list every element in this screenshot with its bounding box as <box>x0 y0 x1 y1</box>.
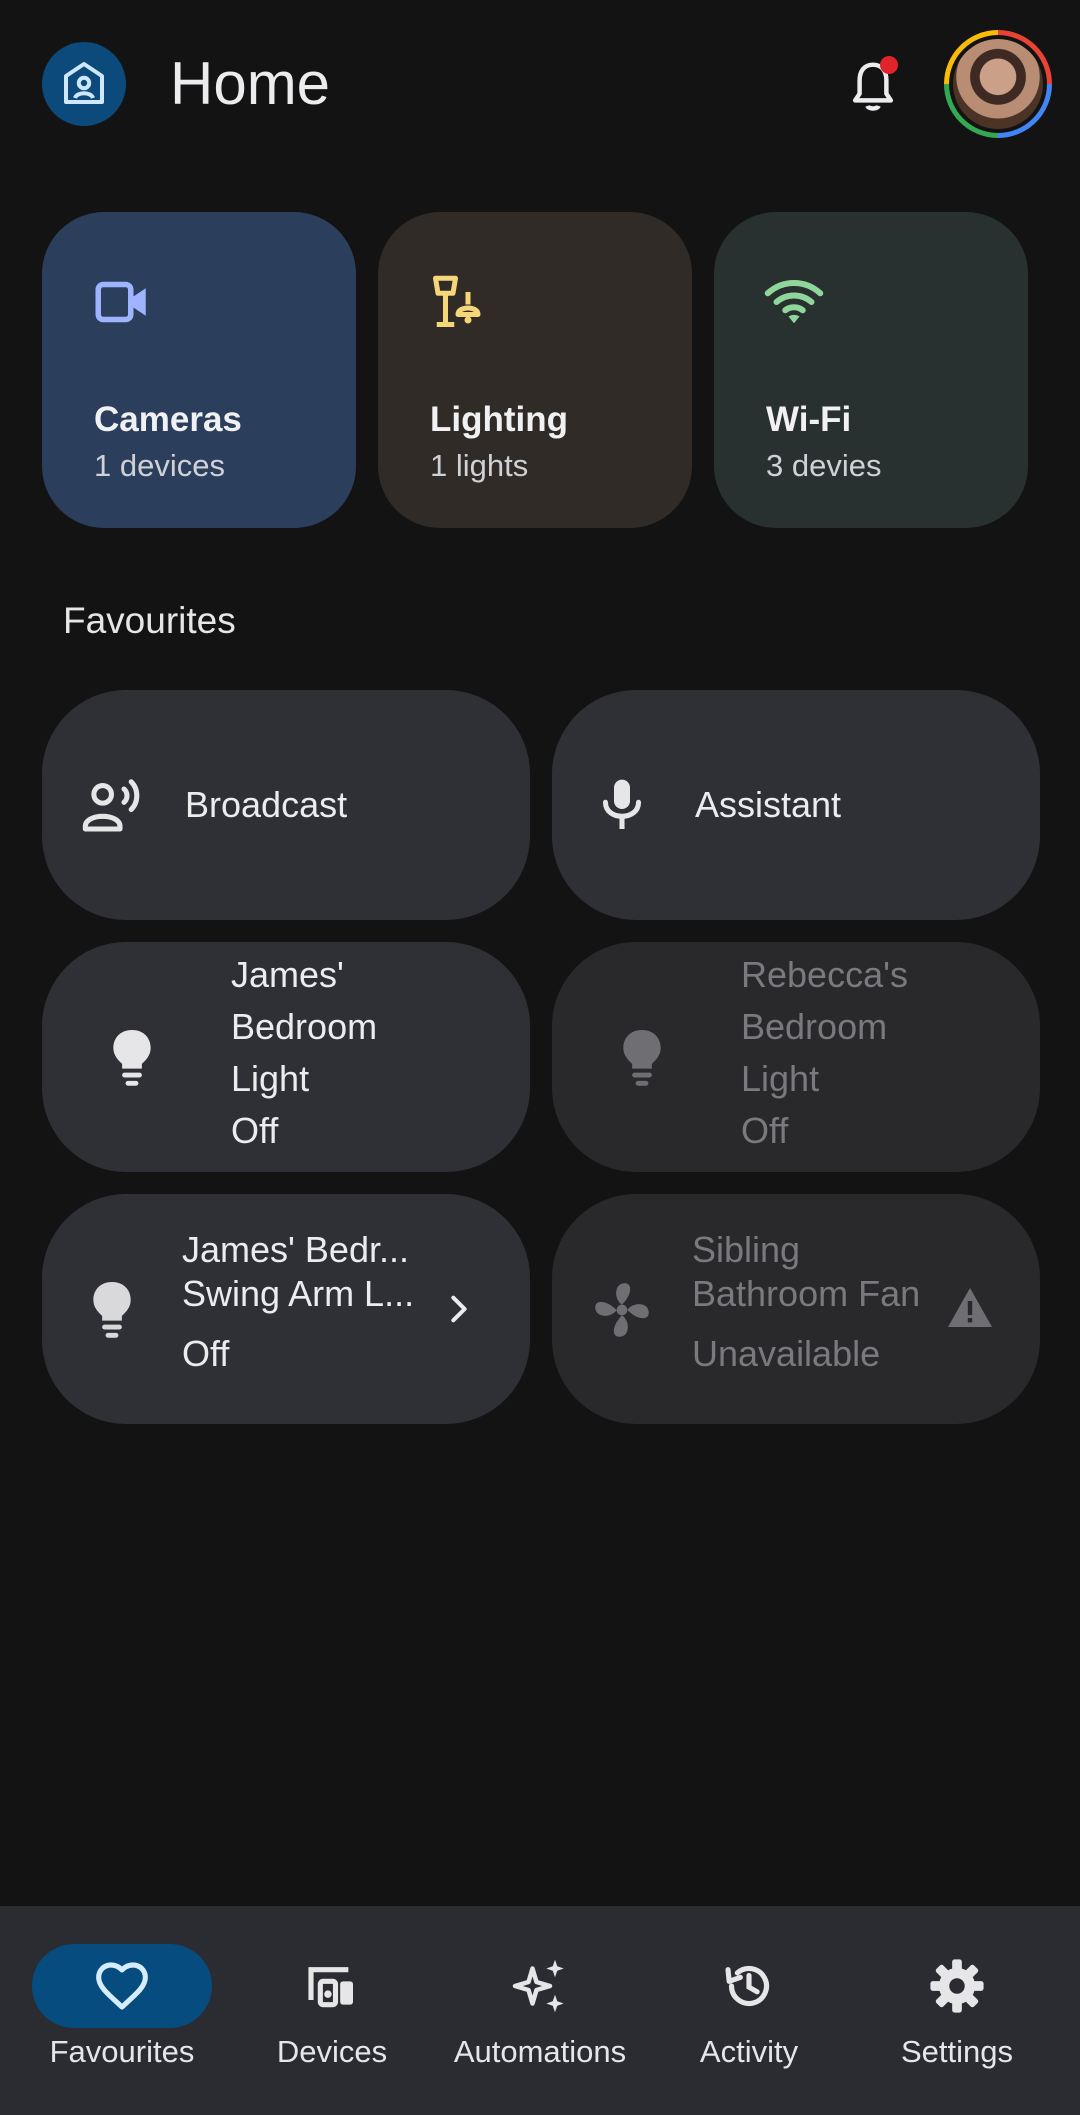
lighting-count: 1 lights <box>430 448 529 483</box>
nav-favourites-label: Favourites <box>49 2034 195 2069</box>
fan-name-1: Sibling <box>692 1229 801 1270</box>
wifi-title: Wi-Fi <box>766 400 852 439</box>
home-screen: Home Cameras 1 devices Lighting 1 lights <box>0 0 1080 2115</box>
broadcast-tile[interactable]: Broadcast <box>42 690 530 920</box>
nav-activity[interactable]: Activity <box>644 1906 854 2115</box>
bottom-navigation: Favourites Devices Automations Activity … <box>0 1906 1080 2115</box>
bulb-icon <box>93 1282 131 1338</box>
broadcast-label: Broadcast <box>185 784 348 825</box>
gear-icon <box>930 1959 984 2013</box>
swing-arm-status: Off <box>182 1333 230 1374</box>
nav-automations-label: Automations <box>453 2034 627 2069</box>
rebecca-light-status: Off <box>741 1110 789 1151</box>
cameras-card[interactable]: Cameras 1 devices <box>42 212 356 528</box>
warning-icon <box>948 1288 992 1327</box>
nav-devices-pill <box>242 1944 422 2028</box>
nav-devices-label: Devices <box>276 2034 388 2069</box>
swing-arm-name-2: Swing Arm L... <box>182 1273 415 1314</box>
notifications-button[interactable] <box>840 54 906 120</box>
broadcast-icon <box>82 779 140 832</box>
cameras-title: Cameras <box>94 400 242 439</box>
assistant-tile[interactable]: Assistant <box>552 690 1040 920</box>
sparkle-icon <box>512 1959 564 2013</box>
lamp-icon <box>433 275 481 327</box>
avatar-frame <box>949 35 1047 133</box>
swing-arm-name-1: James' Bedr... <box>182 1229 409 1270</box>
fan-icon <box>595 1283 649 1337</box>
nav-activity-label: Activity <box>699 2034 799 2069</box>
nav-devices[interactable]: Devices <box>227 1906 437 2115</box>
history-icon <box>725 1965 770 2007</box>
bulb-icon <box>113 1030 151 1086</box>
nav-settings-pill <box>867 1944 1047 2028</box>
chevron-right-icon[interactable] <box>442 1292 476 1326</box>
rebecca-light-name-3: Light <box>741 1058 820 1099</box>
nav-favourites[interactable]: Favourites <box>17 1906 227 2115</box>
nav-automations-pill <box>450 1944 630 2028</box>
lighting-card[interactable]: Lighting 1 lights <box>378 212 692 528</box>
fan-status: Unavailable <box>692 1333 881 1374</box>
cameras-count: 1 devices <box>94 448 225 483</box>
microphone-icon <box>602 779 642 829</box>
rebecca-bedroom-light-tile[interactable]: Rebecca's Bedroom Light Off <box>552 942 1040 1172</box>
page-title: Home <box>170 50 331 117</box>
devices-icon <box>308 1967 353 2008</box>
rebecca-light-name-2: Bedroom <box>741 1006 888 1047</box>
video-camera-icon <box>95 281 146 323</box>
james-light-name-3: Light <box>231 1058 310 1099</box>
home-icon <box>64 62 104 104</box>
james-bedroom-light-tile[interactable]: James' Bedroom Light Off <box>42 942 530 1172</box>
nav-automations[interactable]: Automations <box>435 1906 645 2115</box>
nav-settings[interactable]: Settings <box>852 1906 1062 2115</box>
lighting-title: Lighting <box>430 400 569 439</box>
nav-settings-label: Settings <box>900 2034 1013 2069</box>
heart-icon <box>96 1962 148 2010</box>
avatar-photo <box>953 39 1043 129</box>
james-light-name-2: Bedroom <box>231 1006 378 1047</box>
swing-arm-light-tile[interactable]: James' Bedr... Swing Arm L... Off <box>42 1194 530 1424</box>
fan-name-2: Bathroom Fan <box>692 1273 921 1314</box>
wifi-icon <box>764 279 824 324</box>
favourites-heading: Favourites <box>63 600 236 641</box>
nav-favourites-pill <box>32 1944 212 2028</box>
wifi-count: 3 devies <box>766 448 882 483</box>
nav-activity-pill <box>659 1944 839 2028</box>
home-logo[interactable] <box>42 42 126 126</box>
sibling-bathroom-fan-tile[interactable]: Sibling Bathroom Fan Unavailable <box>552 1194 1040 1424</box>
notification-dot <box>880 56 898 74</box>
bulb-icon <box>623 1030 661 1086</box>
james-light-name-1: James' <box>231 954 344 995</box>
james-light-status: Off <box>231 1110 279 1151</box>
account-avatar[interactable] <box>944 30 1052 138</box>
wifi-card[interactable]: Wi-Fi 3 devies <box>714 212 1028 528</box>
rebecca-light-name-1: Rebecca's <box>741 954 908 995</box>
assistant-label: Assistant <box>695 784 842 825</box>
